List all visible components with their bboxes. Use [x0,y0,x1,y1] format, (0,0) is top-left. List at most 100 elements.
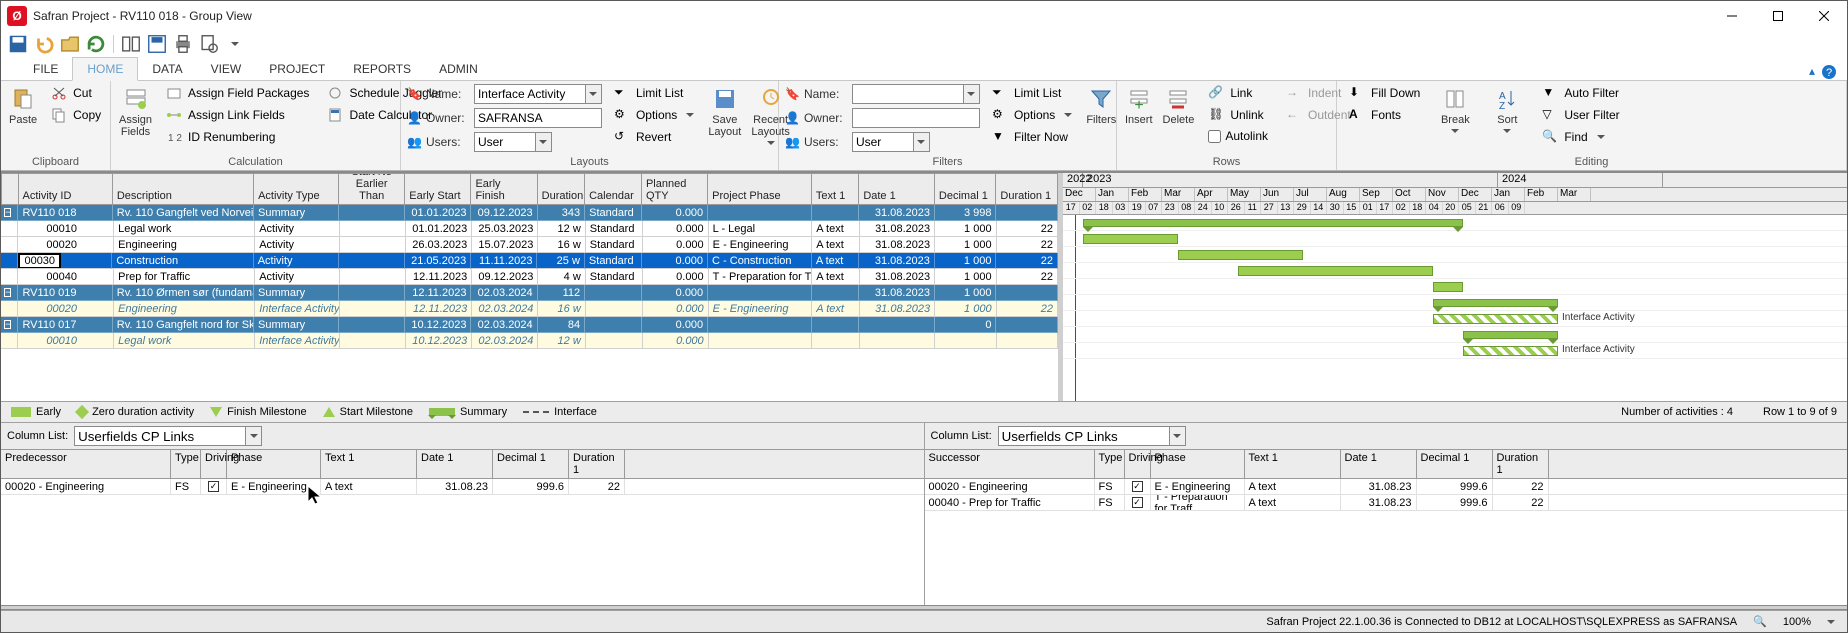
grid-cell[interactable]: 21.05.2023 [405,253,471,269]
grid-cell[interactable]: 0.000 [643,237,709,253]
grid-cell[interactable]: 0.000 [642,285,708,301]
layout-users-dropdown[interactable] [535,133,551,151]
grid-cell[interactable] [859,317,935,333]
gantt-row[interactable] [1063,263,1847,279]
grid-cell[interactable]: Interface Activity [255,333,340,349]
grid-cell[interactable]: 0.000 [643,269,709,285]
link-column-header[interactable]: Duration 1 [1493,450,1549,478]
grid-cell[interactable]: Standard [585,253,642,269]
grid-cell[interactable]: 15.07.2023 [472,237,538,253]
column-header[interactable]: Start No Earlier Than [339,173,405,205]
gantt-bar[interactable] [1238,266,1433,276]
grid-cell[interactable] [708,285,812,301]
tab-data[interactable]: DATA [138,58,196,80]
grid-row[interactable]: 00010Legal workInterface Activity10.12.2… [1,333,1058,349]
grid-row[interactable]: 00040Prep for TrafficActivity12.11.20230… [1,269,1058,285]
link-cell[interactable]: FS [1095,479,1125,494]
grid-cell[interactable]: 0.000 [642,317,708,333]
grid-row[interactable]: 00030ConstructionActivity21.05.202311.11… [1,253,1058,269]
column-header[interactable]: Decimal 1 [935,173,997,205]
tab-reports[interactable]: REPORTS [339,58,425,80]
grid-cell[interactable] [339,285,405,301]
grid-cell[interactable]: 25 w [537,253,584,269]
grid-cell[interactable]: 0.000 [643,221,709,237]
grid-cell[interactable]: 10.12.2023 [405,317,471,333]
grid-cell[interactable]: 0.000 [642,205,708,221]
link-column-header[interactable]: Driving [1125,450,1151,478]
paste-button[interactable]: Paste [7,83,39,130]
qat-dropdown-icon[interactable] [224,33,246,55]
grid-cell[interactable] [1,253,18,269]
link-column-header[interactable]: Successor [925,450,1095,478]
grid-cell[interactable]: 22 [997,301,1058,317]
grid-cell[interactable]: 31.08.2023 [859,285,935,301]
window-close[interactable] [1801,1,1847,31]
grid-cell[interactable]: 0.000 [643,301,709,317]
link-cell[interactable]: A text [1245,495,1341,510]
delete-button[interactable]: Delete [1161,83,1197,130]
grid-cell[interactable]: Standard [585,205,642,221]
layout-users-input[interactable] [475,133,535,151]
link-button[interactable]: 🔗Link [1202,83,1274,103]
link-cell[interactable]: 999.6 [1417,479,1493,494]
qat-save2-icon[interactable] [146,33,168,55]
grid-cell[interactable]: 25.03.2023 [472,221,538,237]
status-zoom-dropdown[interactable] [1827,620,1835,624]
link-column-header[interactable]: Date 1 [417,450,493,478]
tab-home[interactable]: HOME [72,57,138,81]
column-header[interactable]: Duration 1 [996,173,1058,205]
grid-cell[interactable]: 0.000 [642,253,708,269]
grid-cell[interactable]: Construction [112,253,253,269]
gantt-bar[interactable] [1083,234,1178,244]
grid-cell[interactable] [996,317,1058,333]
grid-cell[interactable]: 22 [997,221,1058,237]
column-header[interactable]: Duration [538,173,585,205]
grid-cell[interactable] [586,333,643,349]
grid-cell[interactable] [997,333,1058,349]
grid-cell[interactable]: 02.03.2024 [472,333,538,349]
gantt-bar[interactable] [1463,346,1558,356]
editing-cell[interactable]: 00030 [18,253,61,269]
grid-cell[interactable]: 84 [538,317,585,333]
grid-cell[interactable]: Rv. 110 Gangfelt nord for Skoleveie [113,317,254,333]
grid-cell[interactable]: 31.08.2023 [859,253,935,269]
link-row[interactable]: 00020 - EngineeringFSE - EngineeringA te… [925,479,1848,495]
grid-cell[interactable]: RV110 019 [18,285,112,301]
link-column-header[interactable]: Duration 1 [569,450,625,478]
grid-cell[interactable] [339,253,405,269]
grid-cell[interactable]: 00040 [18,269,114,285]
grid-cell[interactable] [1,333,18,349]
gantt-row[interactable] [1063,327,1847,343]
grid-cell[interactable]: Standard [586,237,643,253]
window-maximize[interactable] [1755,1,1801,31]
grid-cell[interactable] [340,333,406,349]
tab-file[interactable]: FILE [19,58,72,80]
grid-cell[interactable]: 343 [538,205,585,221]
grid-cell[interactable] [340,269,406,285]
grid-cell[interactable]: − [1,285,18,301]
column-header[interactable]: Text 1 [812,173,859,205]
column-header[interactable]: Planned QTY [642,173,708,205]
qat-refresh-icon[interactable] [85,33,107,55]
grid-cell[interactable] [339,317,405,333]
grid-cell[interactable]: E - Engineering [709,301,813,317]
grid-cell[interactable]: 12.11.2023 [406,301,472,317]
break-button[interactable]: Break [1432,83,1478,137]
gantt-bar[interactable] [1463,331,1558,339]
link-row[interactable]: 00040 - Prep for TrafficFST - Preparatio… [925,495,1848,511]
link-column-header[interactable]: Type [1095,450,1125,478]
succ-column-list-input[interactable] [999,427,1169,445]
grid-cell[interactable]: 12 w [538,333,585,349]
grid-cell[interactable]: RV110 017 [18,317,112,333]
grid-cell[interactable]: RV110 018 [18,205,112,221]
grid-cell[interactable]: Summary [254,317,339,333]
layout-owner-input[interactable] [474,108,602,128]
link-column-header[interactable]: Type [171,450,201,478]
grid-row[interactable]: −RV110 019Rv. 110 Ørmen sør (fundamanter… [1,285,1058,301]
grid-cell[interactable]: 4 w [538,269,585,285]
layout-name-input[interactable] [475,85,585,103]
grid-cell[interactable] [812,317,859,333]
tab-project[interactable]: PROJECT [255,58,339,80]
link-cell[interactable]: E - Engineering [1151,479,1245,494]
save-layout-button[interactable]: Save Layout [706,83,743,142]
